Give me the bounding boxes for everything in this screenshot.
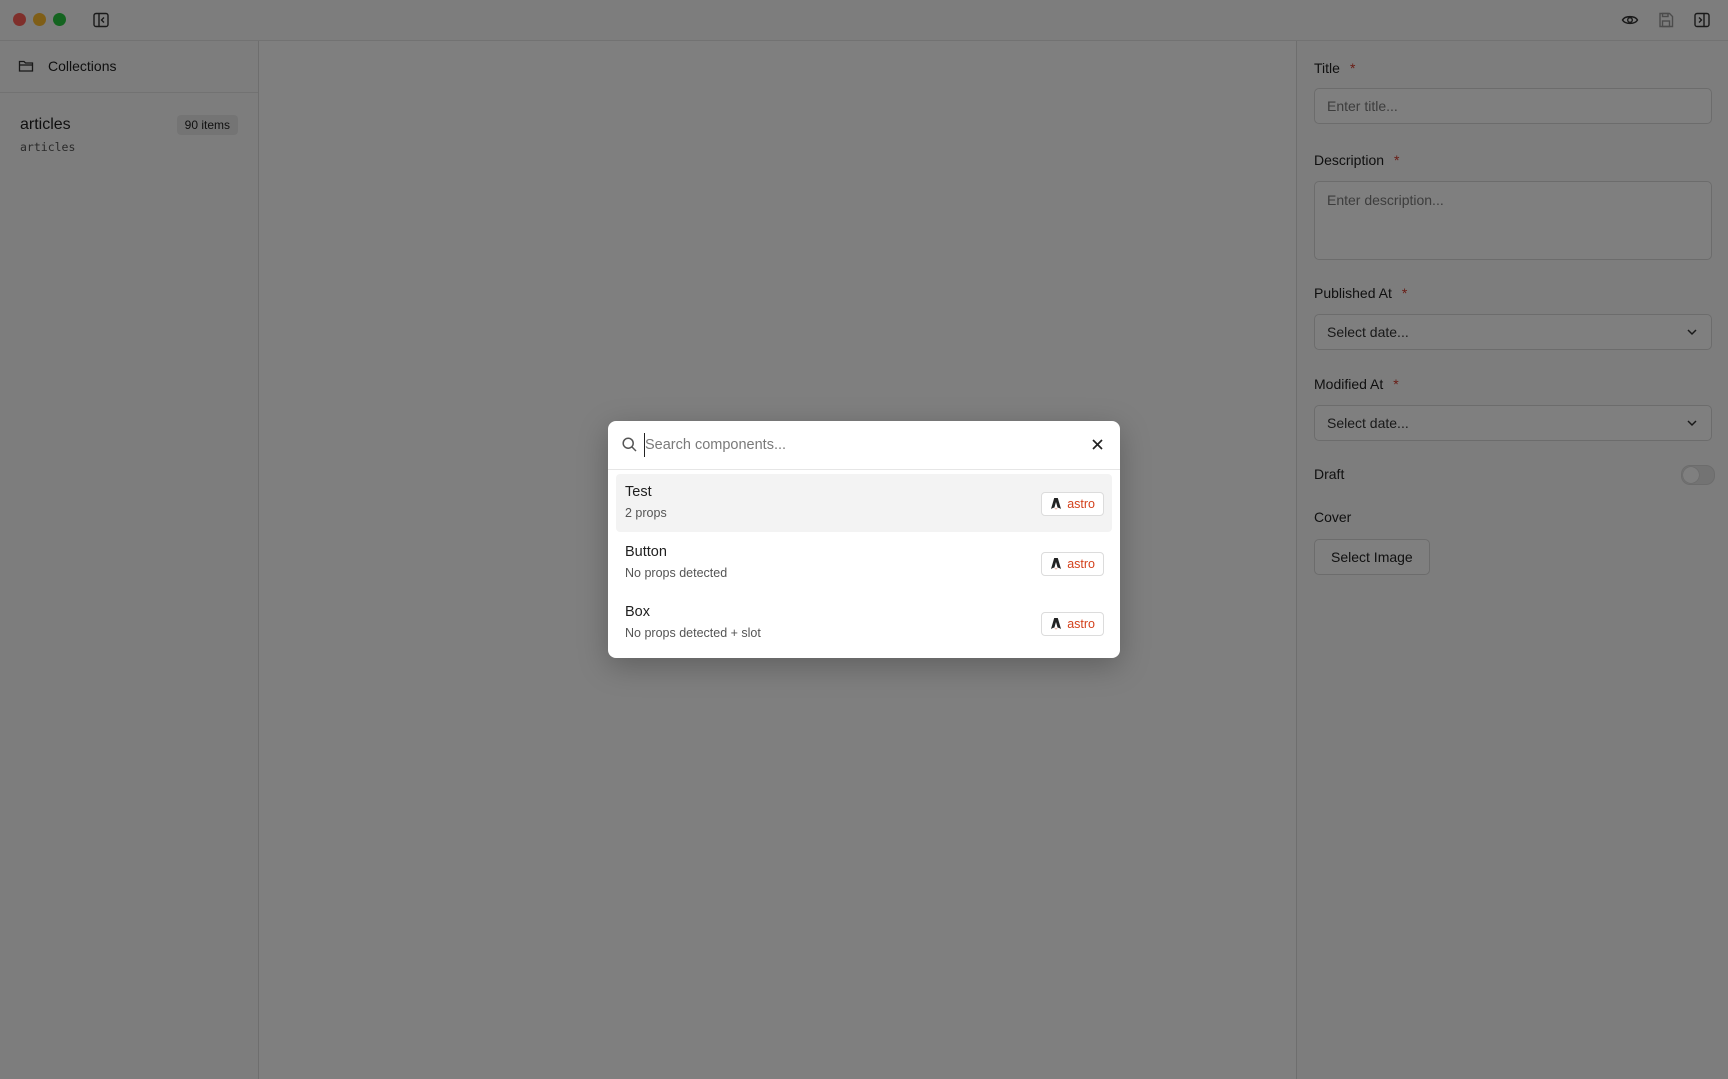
- astro-logo-icon: [1050, 497, 1062, 511]
- component-name: Test: [625, 484, 652, 500]
- search-input[interactable]: [644, 433, 1065, 457]
- search-icon: [621, 436, 638, 453]
- astro-logo-icon: [1050, 557, 1062, 571]
- search-row: [608, 421, 1120, 470]
- astro-logo-icon: [1050, 617, 1062, 631]
- component-result-test[interactable]: Test 2 props astro: [616, 474, 1112, 532]
- app-window: Collections articles articles 90 items T…: [0, 0, 1728, 1079]
- framework-badge: astro: [1041, 492, 1104, 516]
- framework-label: astro: [1067, 497, 1095, 511]
- component-result-box[interactable]: Box No props detected + slot astro: [616, 594, 1112, 652]
- component-props-info: 2 props: [625, 506, 667, 520]
- framework-badge: astro: [1041, 612, 1104, 636]
- framework-badge: astro: [1041, 552, 1104, 576]
- component-result-button[interactable]: Button No props detected astro: [616, 534, 1112, 592]
- framework-label: astro: [1067, 617, 1095, 631]
- component-name: Box: [625, 604, 650, 620]
- close-icon[interactable]: [1089, 436, 1106, 453]
- component-name: Button: [625, 544, 667, 560]
- framework-label: astro: [1067, 557, 1095, 571]
- component-search-dialog: Test 2 props astro Button No props detec…: [608, 421, 1120, 658]
- component-props-info: No props detected + slot: [625, 626, 761, 640]
- component-props-info: No props detected: [625, 566, 728, 580]
